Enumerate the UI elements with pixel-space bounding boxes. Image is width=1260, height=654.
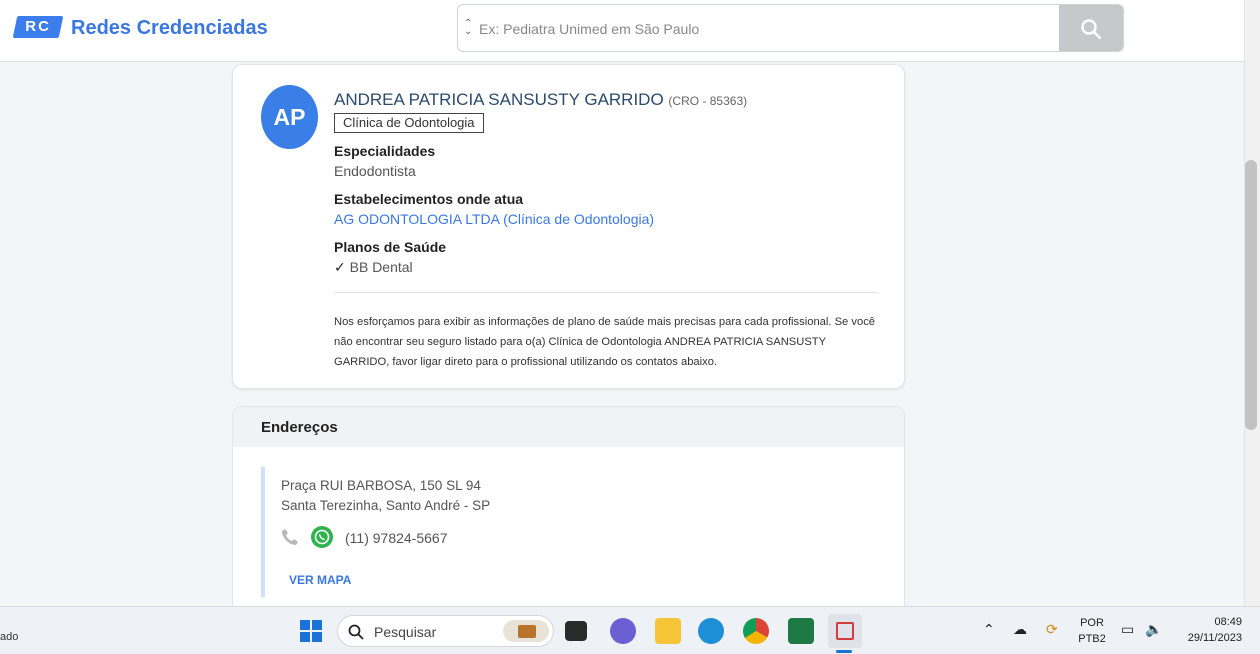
view-map-link[interactable]: VER MAPA	[289, 573, 351, 587]
sort-arrows-icon: ⌃ ⌄	[464, 18, 473, 37]
briefcase-icon	[503, 620, 549, 642]
chevron-up-icon[interactable]: ⌃	[983, 621, 995, 638]
type-badge: Clínica de Odontologia	[334, 113, 484, 133]
address-line-2: Santa Terezinha, Santo André - SP	[281, 498, 491, 513]
address-line-1: Praça RUI BARBOSA, 150 SL 94	[281, 478, 481, 493]
phone-number[interactable]: (11) 97824-5667	[345, 530, 447, 546]
check-icon: ✓	[334, 259, 346, 275]
phone-icon[interactable]	[281, 528, 299, 546]
specialty-value: Endodontista	[334, 163, 416, 179]
active-app-indicator	[836, 650, 852, 653]
windows-start-icon[interactable]	[300, 620, 322, 642]
cloud-off-icon[interactable]: ☁	[1013, 621, 1027, 638]
professional-name: ANDREA PATRICIA SANSUSTY GARRIDO (CRO - …	[334, 90, 747, 110]
file-explorer-icon[interactable]	[655, 618, 681, 644]
plans-label: Planos de Saúde	[334, 239, 447, 255]
addresses-title: Endereços	[261, 419, 338, 436]
taskbar-search-label: Pesquisar	[374, 624, 437, 640]
language-bottom[interactable]: PTB2	[1078, 633, 1106, 645]
scrollbar-thumb[interactable]	[1245, 160, 1257, 430]
search-icon	[348, 624, 364, 640]
brand-title[interactable]: Redes Credenciadas	[71, 17, 268, 40]
monitor-icon[interactable]: ▭	[1121, 621, 1134, 638]
search-icon	[1081, 19, 1101, 39]
search-input[interactable]	[479, 17, 1049, 41]
establishments-label: Estabelecimentos onde atua	[334, 191, 524, 207]
addresses-header: Endereços	[233, 407, 904, 447]
logo-text: RC	[25, 18, 51, 35]
avatar: AP	[261, 85, 318, 149]
plan-name: BB Dental	[349, 259, 413, 275]
top-bar: RC Redes Credenciadas ⌃ ⌄	[0, 0, 1244, 62]
plan-item: ✓ BB Dental	[334, 259, 413, 276]
search-button[interactable]	[1059, 5, 1123, 51]
registry-number: (CRO - 85363)	[668, 94, 748, 108]
sync-icon[interactable]: ⟳	[1046, 621, 1058, 638]
taskbar-left-fragment: ado	[0, 631, 19, 643]
profile-card: AP ANDREA PATRICIA SANSUSTY GARRIDO (CRO…	[232, 64, 905, 389]
chrome-icon[interactable]	[743, 618, 769, 644]
edge-icon[interactable]	[698, 618, 724, 644]
snipping-tool-icon[interactable]	[828, 614, 862, 648]
volume-icon[interactable]: 🔈	[1145, 621, 1162, 638]
address-accent-bar	[261, 467, 265, 597]
search-box: ⌃ ⌄	[457, 4, 1124, 52]
addresses-card: Endereços Praça RUI BARBOSA, 150 SL 94 S…	[232, 406, 905, 616]
task-view-icon[interactable]	[565, 621, 587, 641]
whatsapp-icon[interactable]	[311, 526, 333, 548]
clock-time[interactable]: 08:49	[1178, 616, 1242, 628]
taskbar: ado Pesquisar ⌃ ☁ ⟳ POR PTB2 ▭ 🔈 08:49 2…	[0, 606, 1260, 654]
excel-icon[interactable]	[788, 618, 814, 644]
clock-date[interactable]: 29/11/2023	[1172, 632, 1242, 644]
taskbar-search[interactable]: Pesquisar	[337, 615, 554, 647]
specialties-label: Especialidades	[334, 143, 436, 159]
logo[interactable]: RC	[12, 16, 64, 38]
language-top[interactable]: POR	[1078, 617, 1106, 629]
professional-name-text: ANDREA PATRICIA SANSUSTY GARRIDO	[334, 90, 664, 109]
establishment-link[interactable]: AG ODONTOLOGIA LTDA (Clínica de Odontolo…	[334, 211, 654, 227]
disclaimer-text: Nos esforçamos para exibir as informaçõe…	[334, 316, 876, 368]
chat-icon[interactable]	[610, 618, 636, 644]
divider	[334, 292, 878, 293]
